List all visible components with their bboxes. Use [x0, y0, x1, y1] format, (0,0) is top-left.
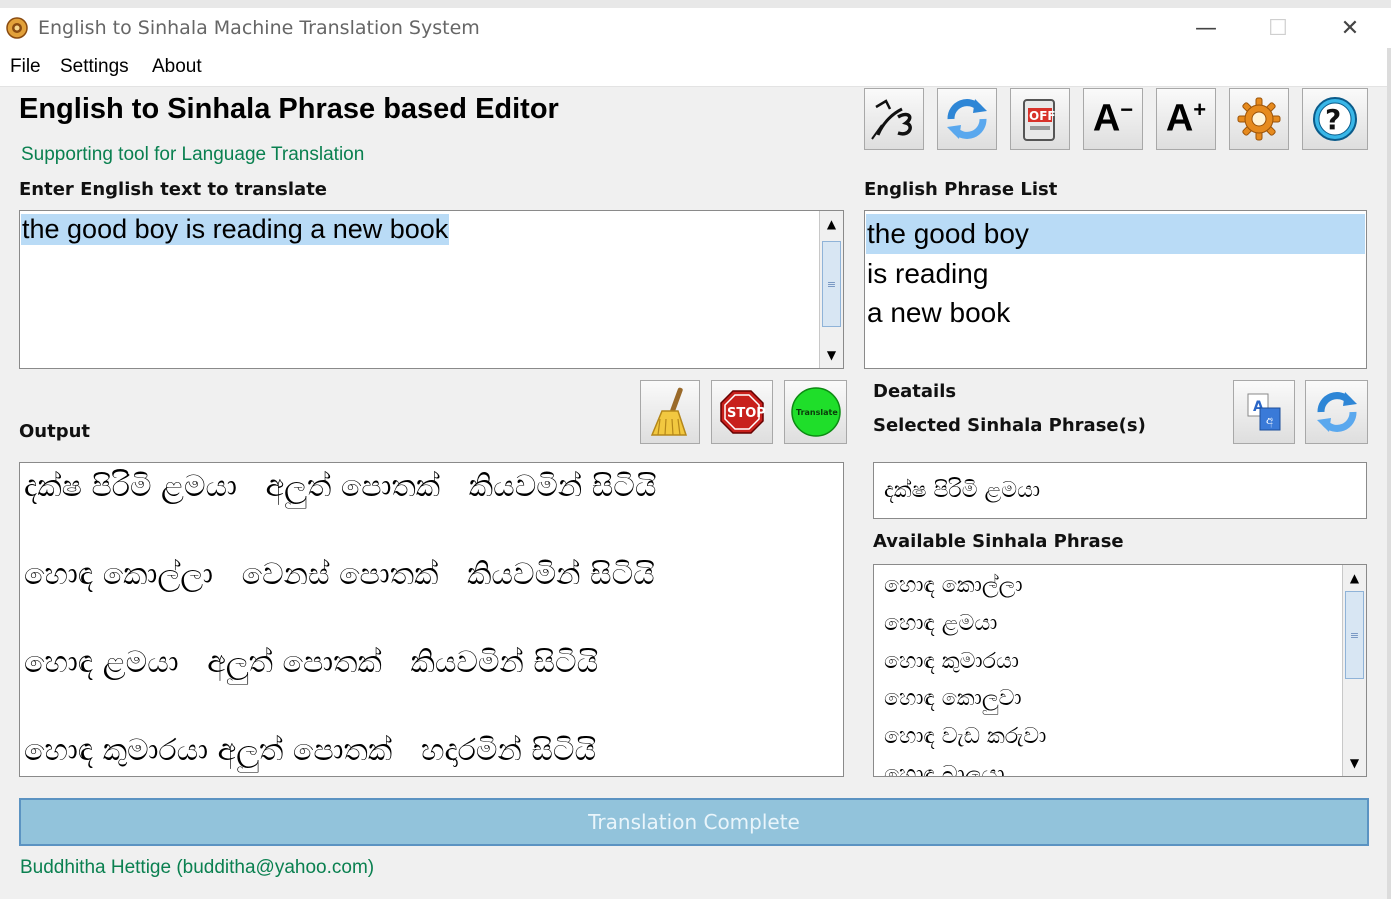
refresh-icon [1316, 392, 1357, 432]
english-input[interactable]: the good boy is reading a new book ▲ ≡ ▼ [19, 210, 844, 369]
translate-button[interactable]: Translate [784, 380, 847, 444]
clear-button[interactable] [640, 380, 700, 444]
translation-status-bar: Translation Complete [19, 798, 1369, 846]
selected-phrase-value: දක්ෂ පිරිමි ළමයා [884, 478, 1041, 503]
available-phrase-item[interactable]: හොඳ කුමාරයා [884, 649, 1019, 674]
available-phrase-list[interactable]: හොඳ කොල්ලා හොඳ ළමයා හොඳ කුමාරයා හොඳ කොලු… [873, 564, 1367, 777]
translate-phrase-button[interactable]: A අ [1233, 380, 1295, 444]
logo-button[interactable] [864, 88, 924, 150]
font-decrease-button[interactable]: A− [1083, 88, 1143, 150]
available-scrollbar[interactable]: ▲ ≡ ▼ [1342, 565, 1366, 776]
english-phrase-list[interactable]: the good boy is reading a new book [864, 210, 1367, 369]
available-phrase-item[interactable]: හොඳ කොලුවා [884, 686, 1022, 711]
available-phrase-item[interactable]: හොඳ වැඩ කරුවා [884, 724, 1046, 749]
settings-button[interactable] [1229, 88, 1289, 150]
refresh-phrase-button[interactable] [1305, 380, 1368, 444]
scroll-down-icon[interactable]: ▼ [820, 344, 843, 366]
page-title: English to Sinhala Phrase based Editor [19, 93, 559, 125]
font-decrease-letter: A [1092, 97, 1121, 140]
refresh-icon [947, 99, 987, 139]
phrase-list-item[interactable]: a new book [866, 293, 1365, 333]
scroll-up-icon[interactable]: ▲ [1343, 567, 1366, 589]
output-line: හොඳ ළමයා අලුත් පොතක් කියවමින් සිටියි [24, 645, 599, 680]
selected-phrase-field[interactable]: දක්ෂ පිරිමි ළමයා [873, 462, 1367, 519]
maximize-button[interactable]: ☐ [1248, 8, 1308, 48]
output-area[interactable]: දක්ෂ පිරිමි ළමයා අලුත් පොතක් කියවමින් සි… [19, 462, 844, 777]
scroll-thumb[interactable]: ≡ [822, 241, 841, 327]
help-label: ? [1325, 103, 1341, 136]
title-bar: English to Sinhala Machine Translation S… [0, 8, 1391, 48]
output-label: Output [19, 421, 91, 442]
scroll-up-icon[interactable]: ▲ [820, 213, 843, 235]
help-button[interactable]: ? [1302, 88, 1368, 150]
font-increase-letter: A [1165, 97, 1194, 140]
output-line: හොඳ කුමාරයා අලුත් පොතක් හදාරමින් සිටියි [24, 733, 597, 768]
stop-button[interactable]: STOP [711, 380, 773, 444]
window-edge [1387, 48, 1391, 899]
power-off-button[interactable]: OFF [1010, 88, 1070, 150]
available-phrase-item[interactable]: හොඳ ළමයා [884, 611, 997, 636]
svg-text:අ: අ [1266, 413, 1274, 428]
font-decrease-sign: − [1120, 97, 1134, 123]
menu-about[interactable]: About [152, 56, 202, 78]
close-button[interactable]: ✕ [1320, 8, 1380, 48]
app-logo-icon [6, 17, 28, 39]
refresh-button[interactable] [937, 88, 997, 150]
pen-logo-icon [871, 99, 912, 140]
menu-bar: File Settings About [0, 48, 1391, 87]
stop-sign-icon: STOP [720, 390, 766, 434]
font-increase-icon: A+ [1166, 97, 1206, 141]
broom-icon [650, 387, 688, 436]
page-subtitle: Supporting tool for Language Translation [21, 144, 365, 165]
translate-language-icon: A අ [1247, 393, 1281, 431]
scroll-thumb[interactable]: ≡ [1345, 591, 1364, 679]
available-phrase-label: Available Sinhala Phrase [873, 531, 1124, 552]
minimize-button[interactable]: — [1176, 8, 1236, 48]
details-label: Deatails [873, 381, 957, 402]
input-label: Enter English text to translate [19, 179, 328, 200]
window-title: English to Sinhala Machine Translation S… [38, 17, 480, 39]
stop-label: STOP [727, 406, 766, 421]
output-line: දක්ෂ පිරිමි ළමයා අලුත් පොතක් කියවමින් සි… [24, 469, 657, 504]
font-increase-button[interactable]: A+ [1156, 88, 1216, 150]
help-icon: ? [1313, 97, 1357, 141]
font-decrease-icon: A− [1093, 97, 1133, 141]
menu-settings[interactable]: Settings [60, 56, 129, 78]
translate-label: Translate [796, 408, 838, 417]
output-line: හොඳ කොල්ලා වෙනස් පොතක් කියවමින් සිටියි [24, 557, 655, 592]
settings-gear-icon [1237, 97, 1281, 141]
phrase-list-item[interactable]: the good boy [866, 214, 1365, 254]
phrase-list-item[interactable]: is reading [866, 254, 1365, 294]
available-phrase-item[interactable]: හොඳ බාලයා [884, 762, 1005, 776]
off-label: OFF [1029, 109, 1056, 123]
author-credit: Buddhitha Hettige (budditha@yahoo.com) [20, 857, 375, 878]
power-off-icon: OFF [1023, 99, 1056, 141]
input-scrollbar[interactable]: ▲ ≡ ▼ [819, 211, 843, 368]
available-phrase-item[interactable]: හොඳ කොල්ලා [884, 573, 1023, 598]
font-increase-sign: + [1193, 97, 1207, 123]
scroll-down-icon[interactable]: ▼ [1343, 752, 1366, 774]
translate-icon: Translate [790, 387, 841, 437]
english-input-value: the good boy is reading a new book [21, 214, 450, 245]
selected-phrase-label: Selected Sinhala Phrase(s) [873, 415, 1146, 436]
phrase-list-label: English Phrase List [864, 179, 1058, 200]
menu-file[interactable]: File [10, 56, 41, 78]
